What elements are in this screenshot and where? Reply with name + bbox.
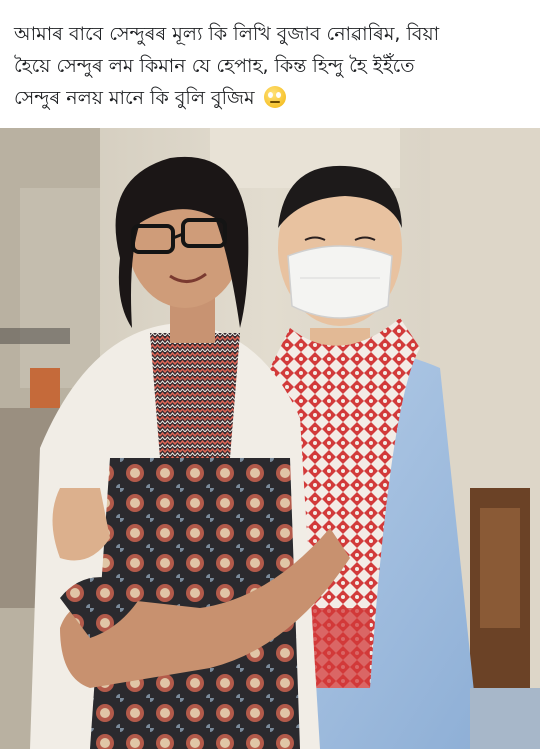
social-post: আমাৰ বাবে সেন্দুৰৰ মূল্য কি লিখি বুজাব ন… xyxy=(0,0,540,749)
rolling-eyes-emoji-icon xyxy=(263,86,286,108)
post-photo[interactable] xyxy=(0,128,540,749)
caption-line-3-text: সেন্দুৰ নলয় মানে কি বুলি বুজিম xyxy=(14,87,255,109)
photo-illustration xyxy=(0,128,540,749)
caption-line-2: হৈয়ে সেন্দুৰ লম কিমান যে হেপাহ, কিন্ত হ… xyxy=(14,55,415,77)
post-caption: আমাৰ বাবে সেন্দুৰৰ মূল্য কি লিখি বুজাব ন… xyxy=(14,18,530,114)
caption-line-3: সেন্দুৰ নলয় মানে কি বুলি বুজিম xyxy=(14,82,530,114)
caption-line-1: আমাৰ বাবে সেন্দুৰৰ মূল্য কি লিখি বুজাব ন… xyxy=(14,23,440,45)
